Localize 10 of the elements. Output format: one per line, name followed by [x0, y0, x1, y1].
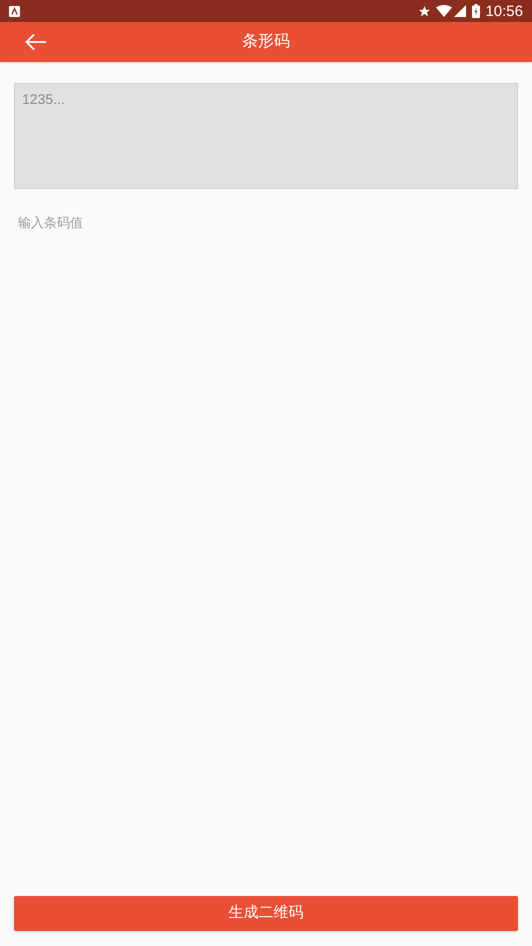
generate-button[interactable]: 生成二维码 [14, 896, 518, 931]
signal-icon [454, 5, 466, 17]
barcode-input-field[interactable]: 1235... [14, 83, 518, 189]
app-bar-title: 条形码 [242, 32, 290, 52]
barcode-hint: 输入条码值 [18, 215, 83, 230]
star-icon [418, 4, 432, 18]
notification-icon [9, 6, 20, 16]
status-time: 10:56 [485, 4, 523, 18]
battery-icon [472, 4, 480, 18]
wifi-icon [436, 5, 452, 17]
